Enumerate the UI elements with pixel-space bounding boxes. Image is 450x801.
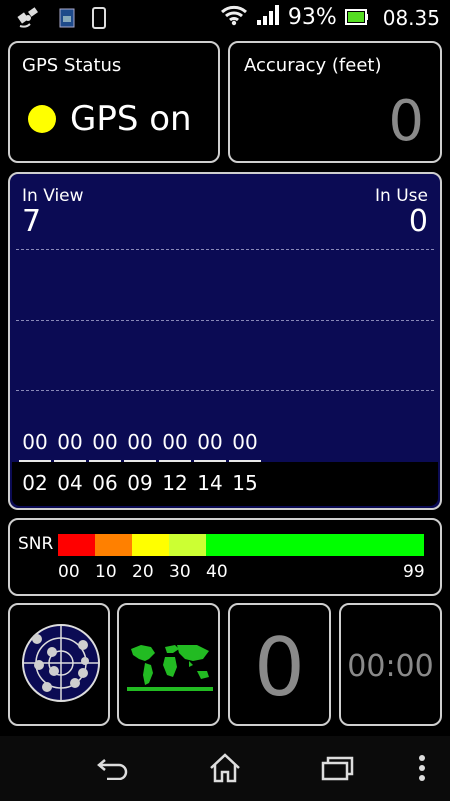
sats-used-count: 0: [254, 621, 305, 714]
snr-value: 00: [127, 430, 153, 454]
snr-tick: 00: [58, 562, 80, 582]
snr-value: 00: [197, 430, 223, 454]
wifi-icon: [220, 4, 248, 31]
fix-timer-value: 00:00: [347, 649, 434, 684]
in-use-label: In Use: [375, 186, 428, 206]
in-view-value: 7: [22, 204, 42, 239]
back-icon: [95, 756, 131, 784]
snr-tick: 10: [95, 562, 117, 582]
world-map-button[interactable]: [117, 603, 220, 726]
home-button[interactable]: [205, 752, 245, 788]
radar-icon: [19, 621, 103, 709]
gps-status-label: GPS Status: [22, 55, 122, 76]
snr-segment-red: [58, 534, 95, 556]
phone-icon: [92, 7, 106, 33]
gps-indicator-dot: [28, 105, 56, 133]
snr-segment-orange: [95, 534, 132, 556]
recent-apps-icon: [320, 755, 356, 785]
snr-tick: 20: [132, 562, 154, 582]
grid-line: [16, 249, 434, 250]
menu-icon: [418, 754, 426, 786]
snr-label: SNR: [18, 534, 54, 554]
radar-view-button[interactable]: [8, 603, 110, 726]
snr-value: 00: [57, 430, 83, 454]
snr-segment-yellow: [132, 534, 169, 556]
prn-label: 02: [22, 471, 48, 495]
status-bar: 93% 08.35: [0, 0, 450, 36]
snr-tick: 99: [403, 562, 425, 582]
snr-value: 00: [22, 430, 48, 454]
recent-apps-button[interactable]: [318, 752, 358, 788]
fix-timer-tile[interactable]: 00:00: [339, 603, 442, 726]
menu-button[interactable]: [402, 752, 442, 788]
clock: 08.35: [382, 5, 440, 30]
home-icon: [208, 752, 242, 788]
battery-percent: 93%: [287, 5, 337, 30]
snr-tick: 30: [169, 562, 191, 582]
accuracy-value: 0: [388, 89, 424, 154]
snr-tick: 40: [206, 562, 228, 582]
snr-color-scale: [58, 534, 424, 556]
snr-legend-card: SNR 00 10 20 30 40 99: [8, 518, 442, 596]
world-map-icon: [127, 641, 213, 695]
sats-used-tile[interactable]: 0: [228, 603, 331, 726]
snr-value: 00: [232, 430, 258, 454]
prn-label: 14: [197, 471, 223, 495]
prn-strip: 02 04 06 09 12 14 15: [12, 462, 438, 506]
gps-status-value: GPS on: [70, 99, 192, 139]
in-view-label: In View: [22, 186, 84, 206]
prn-label: 06: [92, 471, 118, 495]
prn-label: 04: [57, 471, 83, 495]
accuracy-card: Accuracy (feet) 0: [228, 41, 442, 163]
navigation-bar: [0, 736, 450, 801]
snr-value: 00: [162, 430, 188, 454]
satellite-panel: In View In Use 7 0 00 00 00 00 00 00 00 …: [8, 172, 442, 510]
grid-line: [16, 320, 434, 321]
signal-icon: [256, 4, 280, 31]
prn-label: 09: [127, 471, 153, 495]
accuracy-label: Accuracy (feet): [244, 55, 382, 76]
prn-label: 15: [232, 471, 258, 495]
gps-notification-icon: [16, 6, 42, 34]
snr-segment-green: [206, 534, 424, 556]
sim-card-icon: [58, 7, 76, 33]
prn-label: 12: [162, 471, 188, 495]
gps-status-card: GPS Status GPS on: [8, 41, 220, 163]
grid-line: [16, 390, 434, 391]
back-button[interactable]: [93, 752, 133, 788]
snr-segment-lime: [169, 534, 206, 556]
battery-icon: [344, 6, 369, 30]
in-use-value: 0: [408, 204, 428, 239]
snr-value: 00: [92, 430, 118, 454]
